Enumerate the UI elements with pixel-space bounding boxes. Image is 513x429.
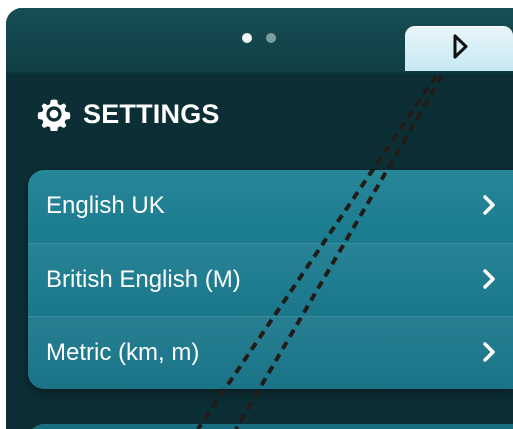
page-dot-inactive (266, 33, 276, 43)
settings-header: SETTINGS (37, 93, 220, 135)
settings-screen: SETTINGS English UK British English (M) … (0, 0, 513, 429)
settings-title: SETTINGS (83, 98, 220, 129)
settings-list: English UK British English (M) Metric (k… (28, 170, 513, 389)
setting-item-units[interactable]: Metric (km, m) (28, 316, 513, 389)
chevron-right-icon (483, 269, 495, 289)
page-dot-active (242, 33, 252, 43)
setting-item-voice-label: British English (M) (46, 266, 241, 293)
page-indicator (242, 33, 278, 43)
play-outline-icon (453, 34, 468, 59)
gear-icon (37, 99, 71, 131)
setting-item-language-label: English UK (46, 192, 165, 219)
setting-item-voice[interactable]: British English (M) (28, 243, 513, 316)
setting-item-units-label: Metric (km, m) (46, 339, 200, 366)
chevron-right-icon (483, 195, 495, 215)
next-settings-card[interactable] (28, 424, 513, 429)
next-page-tab[interactable] (405, 26, 513, 71)
chevron-right-icon (483, 342, 495, 362)
setting-item-language[interactable]: English UK (28, 170, 513, 243)
